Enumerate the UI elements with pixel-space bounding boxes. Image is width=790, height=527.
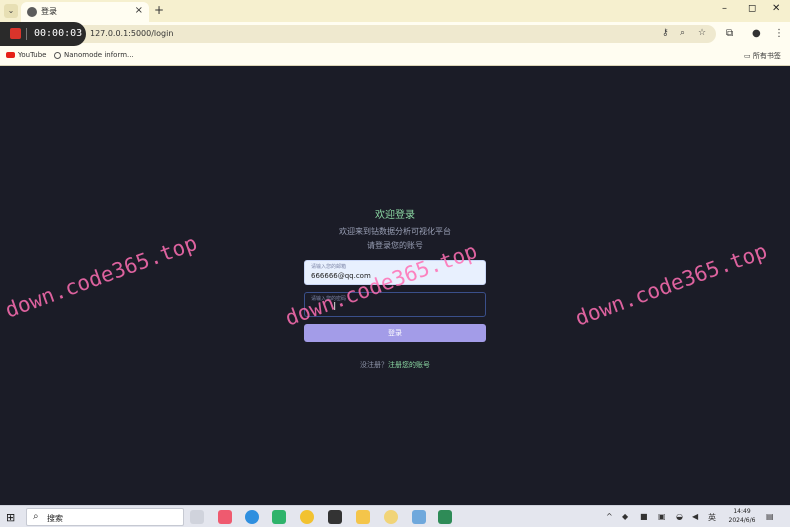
taskbar-clock[interactable]: 14:49 2024/6/6 [724,507,760,525]
app-icon[interactable] [272,510,286,524]
password-key-icon[interactable]: ⚷ [662,28,669,38]
register-line: 没注册？注册您的账号 [0,360,790,370]
register-link[interactable]: 注册您的账号 [388,361,430,369]
youtube-icon [6,52,15,58]
zoom-icon[interactable]: ⌕ [680,28,685,38]
globe-icon [54,51,61,59]
clock-date: 2024/6/6 [728,517,756,524]
windows-taskbar: ⊞ ⌕ 搜索 ^ ◆ ■ ▣ ◒ ◀ 英 14:49 2024/6/6 ▤ [0,505,790,527]
tray-app-icon[interactable]: ▣ [658,512,666,521]
all-bookmarks[interactable]: ▭ 所有书签 [744,51,781,61]
email-field-label: 请输入您的邮箱 [311,264,347,270]
search-icon: ⌕ [33,511,39,522]
close-window-button[interactable]: ✕ [772,3,780,14]
taskbar-search[interactable]: ⌕ 搜索 [26,508,184,526]
browser-tab[interactable]: 登录 × [21,2,149,22]
bookmark-nanomode[interactable]: Nanomode inform... [54,51,134,59]
network-icon[interactable]: ◒ [676,512,683,521]
login-title: 欢迎登录 [375,210,415,221]
bookmarks-bar: YouTube Nanomode inform... ▭ 所有书签 [0,46,790,66]
extensions-icon[interactable]: ⧉ [726,28,733,39]
recording-divider [26,28,27,40]
app-icon[interactable] [218,510,232,524]
new-tab-button[interactable]: + [154,3,164,17]
pycharm-icon[interactable] [438,510,452,524]
login-button[interactable]: 登录 [304,324,486,342]
ime-indicator[interactable]: 英 [708,512,716,523]
tray-app-icon[interactable]: ◆ [622,512,628,521]
profile-avatar-icon[interactable]: ● [752,28,761,39]
edge-icon[interactable] [245,510,259,524]
app-icon[interactable] [384,510,398,524]
browser-tab-strip: ⌄ 登录 × + – ◻ ✕ [0,0,790,22]
volume-icon[interactable]: ◀ [692,512,698,521]
browser-toolbar: 127.0.0.1:5000/login ⚷ ⌕ ☆ ⧉ ● ⋮ [0,22,790,46]
maximize-button[interactable]: ◻ [748,3,756,14]
url-text[interactable]: 127.0.0.1:5000/login [90,29,173,38]
chrome-icon[interactable] [300,510,314,524]
recording-timer: 00:00:03 [34,28,83,39]
tray-app-icon[interactable]: ■ [640,512,648,521]
bookmark-youtube[interactable]: YouTube [6,51,46,59]
tab-favicon-icon [27,7,37,17]
tab-search-chevron-icon[interactable]: ⌄ [4,4,18,18]
tab-close-icon[interactable]: × [135,5,143,16]
file-explorer-icon[interactable] [356,510,370,524]
minimize-button[interactable]: – [722,3,727,14]
recording-overlay: 00:00:03 [0,22,86,46]
app-icon[interactable] [328,510,342,524]
task-view-icon[interactable] [190,510,204,524]
folder-icon: ▭ [744,52,753,60]
more-menu-icon[interactable]: ⋮ [774,28,784,39]
clock-time: 14:49 [733,508,751,515]
login-hint: 请登录您的账号 [367,241,423,250]
notification-icon[interactable]: ▤ [766,512,774,521]
bookmark-star-icon[interactable]: ☆ [698,28,706,38]
register-prompt: 没注册？ [360,361,388,369]
login-subtitle: 欢迎来到钻数据分析可视化平台 [339,227,451,236]
search-placeholder: 搜索 [47,514,63,523]
address-bar[interactable]: 127.0.0.1:5000/login ⚷ ⌕ ☆ [6,25,716,43]
windows-start-icon[interactable]: ⊞ [6,511,15,524]
tab-title: 登录 [41,7,57,16]
tray-chevron-icon[interactable]: ^ [606,512,613,521]
app-icon[interactable] [412,510,426,524]
record-stop-icon[interactable] [10,28,21,39]
